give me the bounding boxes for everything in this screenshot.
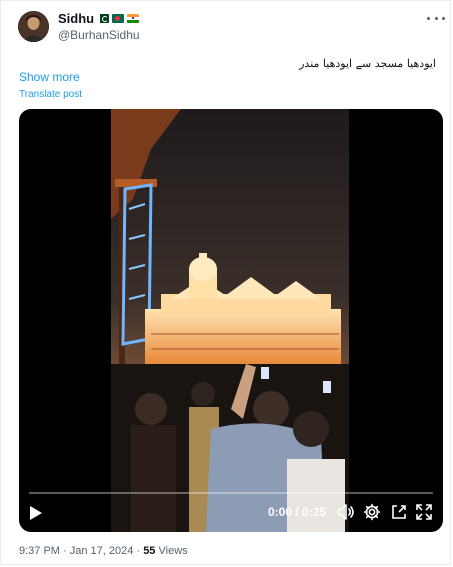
avatar-image [18,11,49,42]
volume-icon[interactable] [337,503,355,521]
translate-post-link[interactable]: Translate post [19,89,82,100]
meta-separator: · [63,545,67,557]
author-display-name[interactable]: Sidhu [58,11,94,26]
author-handle[interactable]: @BurhanSidhu [58,28,140,42]
post-time[interactable]: 9:37 PM [19,545,60,557]
avatar[interactable] [18,11,49,42]
post-date[interactable]: Jan 17, 2024 [70,545,134,557]
views-count: 55 [143,545,156,557]
fullscreen-icon[interactable] [415,503,433,521]
video-player[interactable]: 0:00 / 0:25 [19,109,443,532]
video-time: 0:00 / 0:25 [268,505,327,519]
video-frame [111,109,349,532]
author-name-row: Sidhu [58,11,140,26]
pakistan-flag-icon [97,14,110,23]
india-flag-icon [127,14,140,23]
settings-icon[interactable] [363,503,381,521]
more-options-icon[interactable] [427,11,445,25]
post-meta: 9:37 PM · Jan 17, 2024 · 55 Views [19,545,188,557]
picture-in-picture-icon[interactable] [390,503,408,521]
video-controls: 0:00 / 0:25 [19,492,443,532]
meta-separator: · [136,545,141,557]
show-more-link[interactable]: Show more [19,70,80,84]
bangladesh-flag-icon [112,14,125,23]
post-card: Sidhu @BurhanSidhu ایودھیا مسجد سے ایودھ… [0,0,451,565]
video-progress-bar[interactable] [29,492,433,494]
play-icon[interactable] [29,505,43,521]
post-text: ایودھیا مسجد سے ایودھیا مندر [299,57,436,70]
views-label: Views [158,545,188,557]
